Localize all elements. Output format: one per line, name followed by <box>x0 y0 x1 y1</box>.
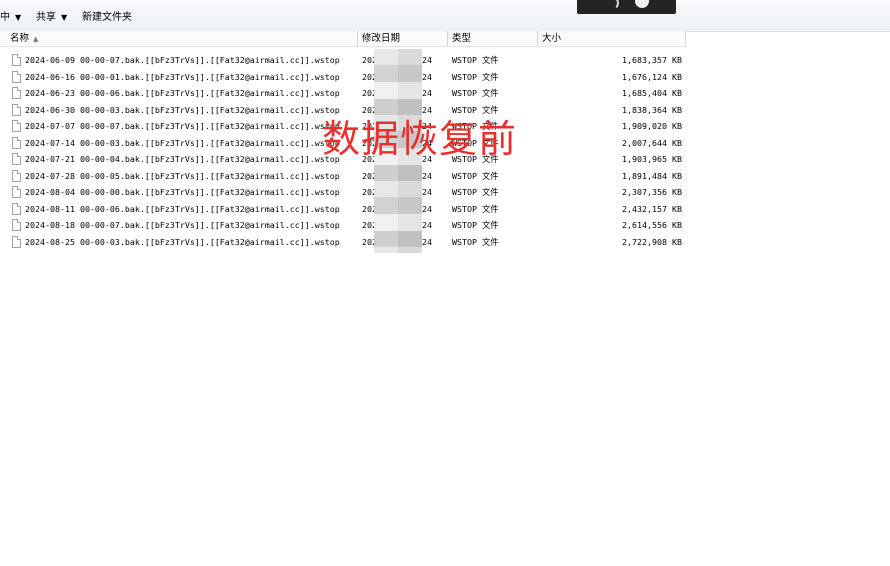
file-icon <box>12 120 21 132</box>
column-header: 名称 ▲ 修改日期 类型 大小 <box>0 31 686 47</box>
file-row[interactable]: 2024-08-04 00-00-00.bak.[[bFz3TrVs]].[[F… <box>0 184 690 201</box>
chevron-down-icon: ▼ <box>15 13 22 22</box>
file-icon <box>12 103 21 116</box>
file-size: 2,722,908 KB <box>622 236 682 247</box>
file-type: WSTOP 文件 <box>452 236 499 247</box>
file-name: 2024-07-14 00-00-03.bak.[[bFz3TrVs]].[[F… <box>25 137 340 148</box>
file-date-end: 24 <box>422 88 432 98</box>
file-row[interactable]: 2024-06-09 00-00-07.bak.[[bFz3TrVs]].[[F… <box>0 52 690 69</box>
file-type: WSTOP 文件 <box>452 220 499 230</box>
file-icon <box>12 136 21 149</box>
column-header-label: 大小 <box>542 33 562 44</box>
file-type: WSTOP 文件 <box>452 203 499 214</box>
file-icon <box>12 235 21 248</box>
file-size: 1,909,020 KB <box>622 121 682 131</box>
toolbar-item-label: 中 <box>0 12 10 23</box>
watermark-text: 数据恢复前 <box>322 117 518 161</box>
file-row[interactable]: 2024-06-23 00-00-06.bak.[[bFz3TrVs]].[[F… <box>0 85 690 102</box>
file-type: WSTOP 文件 <box>452 71 499 82</box>
toolbar: 中 ▼ 共享 ▼ 新建文件夹 <box>0 0 890 32</box>
file-date-end: 24 <box>422 55 432 65</box>
column-header-type[interactable]: 类型 <box>447 31 537 46</box>
column-header-date[interactable]: 修改日期 <box>357 31 447 46</box>
column-header-label: 类型 <box>452 33 472 44</box>
file-name: 2024-07-21 00-00-04.bak.[[bFz3TrVs]].[[F… <box>25 154 340 164</box>
file-date-end: 24 <box>422 203 432 214</box>
file-row[interactable]: 2024-08-25 00-00-03.bak.[[bFz3TrVs]].[[F… <box>0 234 690 251</box>
file-name: 2024-06-30 00-00-03.bak.[[bFz3TrVs]].[[F… <box>25 104 340 115</box>
file-name: 2024-06-09 00-00-07.bak.[[bFz3TrVs]].[[F… <box>25 55 340 65</box>
file-size: 1,676,124 KB <box>622 71 682 82</box>
file-date-end: 24 <box>422 236 432 247</box>
column-header-size[interactable]: 大小 <box>537 31 686 46</box>
file-icon <box>12 54 21 66</box>
file-name: 2024-08-25 00-00-03.bak.[[bFz3TrVs]].[[F… <box>25 236 340 247</box>
file-name: 2024-06-16 00-00-01.bak.[[bFz3TrVs]].[[F… <box>25 71 340 82</box>
file-type: WSTOP 文件 <box>452 55 499 65</box>
file-icon <box>12 70 21 83</box>
file-size: 1,838,364 KB <box>622 104 682 115</box>
file-icon <box>12 169 21 182</box>
file-size: 2,307,356 KB <box>622 187 682 197</box>
file-row[interactable]: 2024-08-18 00-00-07.bak.[[bFz3TrVs]].[[F… <box>0 217 690 234</box>
file-date-end: 24 <box>422 220 432 230</box>
file-icon <box>12 219 21 231</box>
file-size: 2,614,556 KB <box>622 220 682 230</box>
file-date-end: 24 <box>422 170 432 181</box>
file-name: 2024-08-04 00-00-00.bak.[[bFz3TrVs]].[[F… <box>25 187 340 197</box>
file-row[interactable]: 2024-08-11 00-00-06.bak.[[bFz3TrVs]].[[F… <box>0 201 690 218</box>
file-row[interactable]: 2024-07-28 00-00-05.bak.[[bFz3TrVs]].[[F… <box>0 168 690 185</box>
file-icon <box>12 186 21 198</box>
file-name: 2024-07-07 00-00-07.bak.[[bFz3TrVs]].[[F… <box>25 121 340 131</box>
file-name: 2024-06-23 00-00-06.bak.[[bFz3TrVs]].[[F… <box>25 88 340 98</box>
overlay-controls <box>577 0 676 14</box>
column-header-name[interactable]: 名称 ▲ <box>0 31 357 46</box>
toolbar-item-include[interactable]: 中 ▼ <box>0 11 21 25</box>
column-header-label: 名称 <box>10 33 30 44</box>
file-name: 2024-07-28 00-00-05.bak.[[bFz3TrVs]].[[F… <box>25 170 340 181</box>
file-icon <box>12 153 21 165</box>
file-type: WSTOP 文件 <box>452 170 499 181</box>
new-folder-button[interactable]: 新建文件夹 <box>82 11 132 25</box>
toolbar-item-label: 新建文件夹 <box>82 12 132 23</box>
search-icon <box>605 0 619 10</box>
file-name: 2024-08-11 00-00-06.bak.[[bFz3TrVs]].[[F… <box>25 203 340 214</box>
file-size: 1,891,484 KB <box>622 170 682 181</box>
file-date-end: 24 <box>422 71 432 82</box>
circle-icon <box>635 0 649 8</box>
file-icon <box>12 202 21 215</box>
column-header-label: 修改日期 <box>362 33 401 44</box>
file-type: WSTOP 文件 <box>452 88 499 98</box>
file-row[interactable]: 2024-06-16 00-00-01.bak.[[bFz3TrVs]].[[F… <box>0 69 690 86</box>
file-size: 2,007,644 KB <box>622 137 682 148</box>
file-size: 1,685,404 KB <box>622 88 682 98</box>
toolbar-item-label: 共享 <box>36 12 56 23</box>
file-date-end: 24 <box>422 187 432 197</box>
toolbar-item-share[interactable]: 共享 ▼ <box>36 11 67 25</box>
file-size: 1,683,357 KB <box>622 55 682 65</box>
file-size: 1,903,965 KB <box>622 154 682 164</box>
file-type: WSTOP 文件 <box>452 187 499 197</box>
chevron-down-icon: ▼ <box>61 13 68 22</box>
file-icon <box>12 87 21 99</box>
file-size: 2,432,157 KB <box>622 203 682 214</box>
sort-ascending-icon: ▲ <box>33 35 39 43</box>
file-name: 2024-08-18 00-00-07.bak.[[bFz3TrVs]].[[F… <box>25 220 340 230</box>
